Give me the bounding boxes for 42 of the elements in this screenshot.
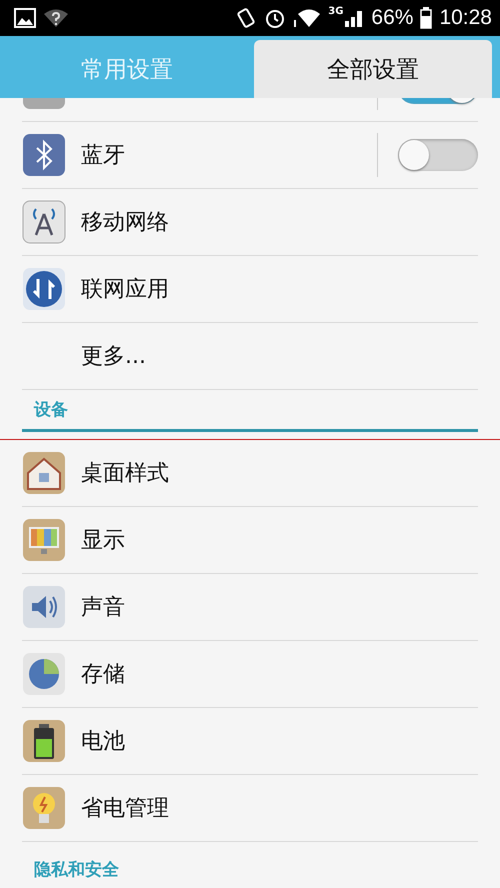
item-label: 声音	[81, 594, 125, 622]
signal-icon	[344, 8, 364, 28]
settings-item[interactable]: 联网应用	[22, 256, 478, 323]
item-label: 桌面样式	[81, 460, 169, 488]
section-header: 隐私和安全	[34, 859, 120, 881]
settings-item[interactable]: 蓝牙	[22, 122, 478, 189]
toggle-switch[interactable]	[398, 139, 478, 171]
wifi-icon	[293, 8, 322, 28]
house-icon	[22, 451, 66, 495]
monitor-icon	[22, 518, 66, 562]
clock: 10:28	[439, 6, 492, 30]
item-label: 更多...	[81, 343, 146, 371]
light-bulb-icon	[22, 786, 66, 830]
battery-icon	[420, 7, 432, 29]
item-label: 蓝牙	[81, 142, 125, 170]
settings-item[interactable]: 存储	[22, 641, 478, 708]
item-label: 移动网络	[81, 209, 169, 237]
item-label: 联网应用	[81, 276, 169, 304]
item-label: 电池	[81, 728, 125, 756]
section-header: 设备	[34, 399, 69, 421]
alarm-icon	[264, 7, 286, 29]
battery-icon	[22, 719, 66, 763]
battery-percent: 66%	[371, 6, 414, 30]
settings-item[interactable]: 声音	[22, 574, 478, 641]
item-label: 显示	[81, 527, 125, 555]
item-label: 省电管理	[81, 795, 169, 823]
bluetooth-icon	[22, 133, 66, 177]
settings-item[interactable]: 移动网络	[22, 189, 478, 256]
antenna-icon	[22, 200, 66, 244]
settings-item[interactable]: 显示	[22, 507, 478, 574]
settings-item[interactable]: 桌面样式	[22, 440, 478, 507]
pie-chart-icon	[22, 652, 66, 696]
image-icon	[14, 8, 36, 28]
settings-item[interactable]: 更多...	[22, 323, 478, 390]
vibrate-icon	[235, 7, 258, 29]
speaker-icon	[22, 585, 66, 629]
tab[interactable]: 全部设置	[254, 40, 492, 98]
network-type: 3G	[328, 6, 344, 17]
settings-item[interactable]: 省电管理	[22, 775, 478, 842]
settings-item[interactable]: 电池	[22, 708, 478, 775]
wifi-question-icon	[43, 8, 69, 28]
item-label: 存储	[81, 661, 125, 689]
